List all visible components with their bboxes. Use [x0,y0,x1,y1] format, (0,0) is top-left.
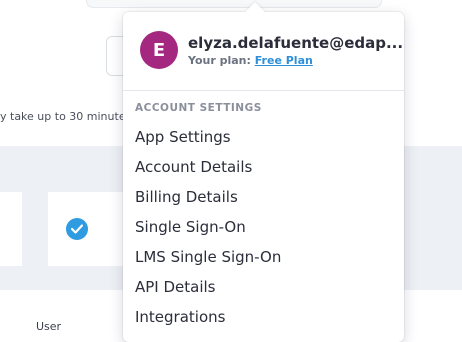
menu-items: App Settings Account Details Billing Det… [123,122,404,332]
checkmark-icon [66,218,88,240]
divider [123,90,404,91]
info-note: y take up to 30 minutes [0,110,132,123]
option-card[interactable] [0,192,22,266]
user-email: elyza.delafuente@edap... [188,34,404,52]
avatar: E [140,31,178,69]
menu-item-app-settings[interactable]: App Settings [123,122,404,152]
user-header: E elyza.delafuente@edap... Your plan: Fr… [123,12,404,90]
menu-item-api-details[interactable]: API Details [123,272,404,302]
menu-item-account-details[interactable]: Account Details [123,152,404,182]
plan-label: Your plan: [188,54,251,67]
top-search-bar[interactable] [86,0,382,8]
menu-item-billing-details[interactable]: Billing Details [123,182,404,212]
free-plan-link[interactable]: Free Plan [255,54,313,67]
menu-item-lms-single-sign-on[interactable]: LMS Single Sign-On [123,242,404,272]
menu-item-single-sign-on[interactable]: Single Sign-On [123,212,404,242]
section-title-account-settings: ACCOUNT SETTINGS [135,102,262,114]
plan-info: Your plan: Free Plan [188,54,313,67]
user-column-header: User [36,320,62,333]
menu-item-integrations[interactable]: Integrations [123,302,404,332]
account-dropdown: E elyza.delafuente@edap... Your plan: Fr… [123,2,404,342]
